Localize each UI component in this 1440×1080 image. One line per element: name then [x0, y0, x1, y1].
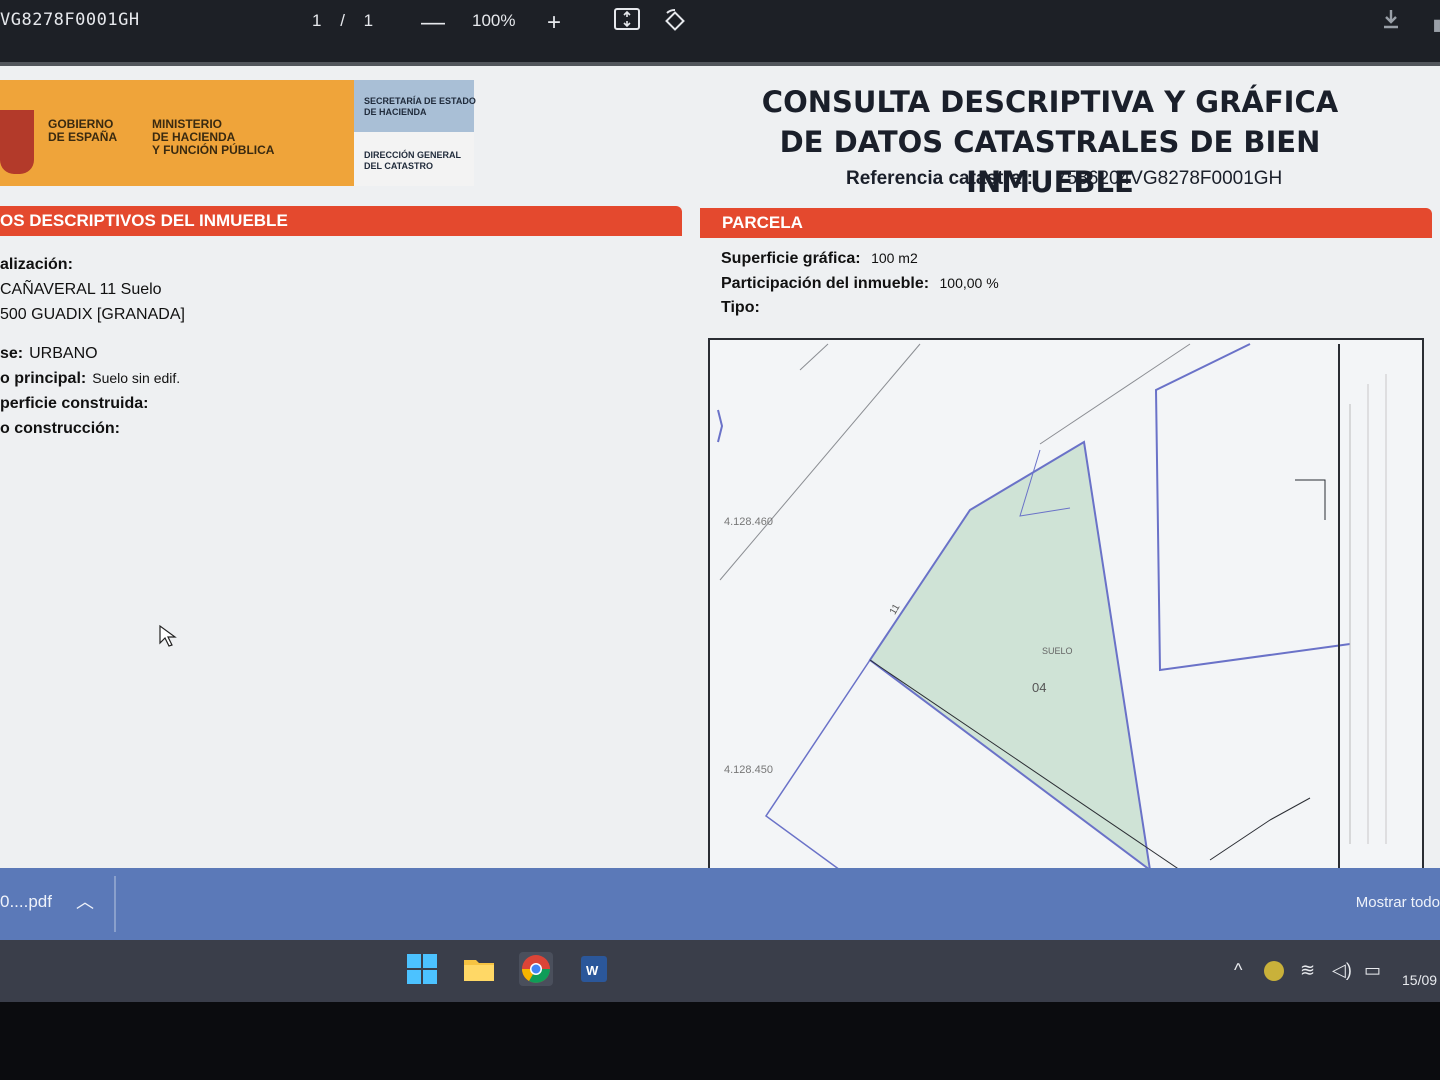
taskbar: W ^ ≋ ◁) ▭ 15/09 [0, 940, 1440, 1002]
parcela-section-title: PARCELA [722, 213, 803, 232]
tipo-label: Tipo: [721, 299, 760, 316]
direccion-label: DIRECCIÓN GENERAL DEL CATASTRO [364, 150, 462, 171]
file-explorer-button[interactable] [462, 952, 496, 986]
page-separator: / [340, 11, 345, 30]
gov-logo-block: GOBIERNO DE ESPAÑA MINISTERIO DE HACIEND… [0, 80, 354, 186]
folder-icon [464, 960, 494, 981]
taskbar-date[interactable]: 15/09 [1402, 972, 1437, 988]
north-arrow-icon [717, 409, 724, 443]
street-line [719, 343, 921, 581]
svg-text:W: W [586, 963, 599, 978]
start-button[interactable] [405, 952, 439, 986]
street-line [799, 343, 829, 371]
coat-of-arms-icon [0, 110, 34, 174]
title-line-1: CONSULTA DESCRIPTIVA Y GRÁFICA [761, 85, 1339, 119]
boundary-mark [1295, 479, 1326, 520]
secretaria-block: SECRETARÍA DE ESTADO DE HACIENDA [354, 80, 476, 132]
mouse-cursor-icon [159, 624, 177, 647]
zoom-out-button[interactable]: — [416, 8, 450, 38]
superficie-grafica-label: Superficie gráfica: [721, 250, 861, 267]
rotate-icon [665, 9, 685, 31]
participacion-value: 100,00 % [939, 275, 999, 291]
zoom-level[interactable]: 100% [472, 11, 515, 31]
parcel-map-drawing [717, 343, 1351, 868]
download-file-name[interactable]: 0....pdf [0, 892, 52, 912]
page-current[interactable]: 1 [312, 11, 321, 30]
neighbor-parcel-line [764, 659, 871, 868]
show-all-downloads-link[interactable]: Mostrar todo [1356, 894, 1440, 911]
legend-marks [1321, 358, 1387, 844]
uso-label: o principal: [0, 370, 87, 387]
downloads-bar: 0....pdf ︿ Mostrar todo [0, 868, 1440, 940]
chevron-up-tray-icon[interactable]: ^ [1234, 960, 1242, 981]
descriptive-section-title: OS DESCRIPTIVOS DEL INMUEBLE [0, 211, 288, 230]
page-indicator: 1 / 1 [312, 11, 387, 31]
descriptive-data: alización: CAÑAVERAL 11 Suelo 500 GUADIX… [0, 252, 185, 441]
pdf-page: GOBIERNO DE ESPAÑA MINISTERIO DE HACIEND… [0, 66, 1440, 868]
clase-value: URBANO [29, 345, 98, 362]
wifi-icon[interactable]: ≋ [1300, 960, 1315, 981]
coord-bottom: 4.128.450 [724, 764, 773, 776]
print-icon: ▮ [1432, 17, 1440, 34]
screen-bezel [0, 1002, 1440, 1080]
street-line [1039, 343, 1191, 445]
superficie-construida-label: perficie construida: [0, 395, 149, 412]
document-title: VG8278F0001GH [0, 10, 140, 30]
word-icon: W [581, 956, 607, 982]
chevron-up-icon: ︿ [76, 892, 94, 912]
download-button[interactable] [1374, 8, 1408, 38]
superficie-grafica-value: 100 m2 [871, 250, 918, 266]
uso-value: Suelo sin edif. [92, 370, 181, 386]
fit-page-icon [614, 8, 640, 30]
parcela-section-header: PARCELA [700, 208, 1432, 238]
participacion-label: Participación del inmueble: [721, 275, 930, 292]
localizacion-label: alización: [0, 256, 73, 273]
map-legend [1321, 344, 1406, 868]
parcela-data: Superficie gráfica: 100 m2 Participación… [721, 246, 999, 320]
ref-label: Referencia catastral: [846, 168, 1033, 189]
coord-top: 4.128.460 [724, 516, 773, 528]
battery-icon[interactable]: ▭ [1364, 960, 1381, 981]
download-icon [1384, 10, 1398, 29]
ministry-label: MINISTERIO DE HACIENDA Y FUNCIÓN PÚBLICA [152, 117, 275, 157]
download-options-button[interactable]: ︿ [76, 888, 94, 914]
chrome-button[interactable] [519, 952, 553, 986]
print-button[interactable]: ▮ [1420, 8, 1440, 38]
anio-construccion-label: o construcción: [0, 420, 121, 437]
secretaria-label: SECRETARÍA DE ESTADO DE HACIENDA [364, 96, 476, 117]
rotate-button[interactable] [658, 8, 692, 38]
page-total: 1 [363, 11, 374, 30]
cadastral-reference: Referencia catastral: 7586204VG8278F0001… [846, 168, 1282, 190]
zoom-in-button[interactable]: + [537, 8, 571, 38]
title-line-2: DE DATOS CATASTRALES DE BIEN INMUEBLE [779, 125, 1321, 199]
windows-icon [407, 954, 437, 984]
address-line-2: 500 GUADIX [GRANADA] [0, 306, 185, 323]
pdf-toolbar: VG8278F0001GH 1 / 1 — 100% + ▮ [0, 0, 1440, 62]
parcel-map[interactable]: 4.128.460 4.128.450 SUELO 04 03 11 [708, 338, 1424, 868]
plus-icon: + [546, 9, 561, 36]
boundary-mark [1209, 797, 1311, 861]
descriptive-section-header: OS DESCRIPTIVOS DEL INMUEBLE [0, 206, 682, 236]
document-viewport[interactable]: GOBIERNO DE ESPAÑA MINISTERIO DE HACIEND… [0, 62, 1440, 868]
ref-value: 7586204VG8278F0001GH [1056, 168, 1283, 189]
chrome-icon [522, 955, 550, 983]
address-line-1: CAÑAVERAL 11 Suelo [0, 281, 162, 298]
parcel-polygon [868, 440, 1151, 868]
clase-label: se: [0, 345, 24, 362]
suelo-label: SUELO [1042, 646, 1073, 656]
adjacent-parcel [1154, 343, 1351, 672]
volume-icon[interactable]: ◁) [1332, 960, 1352, 981]
fit-page-button[interactable] [610, 8, 644, 38]
word-button[interactable]: W [577, 952, 611, 986]
app-tray-icon[interactable] [1264, 961, 1284, 981]
minus-icon: — [421, 9, 445, 36]
parcel-id-label: 04 [1032, 680, 1047, 695]
downloads-divider [114, 876, 116, 932]
direccion-block: DIRECCIÓN GENERAL DEL CATASTRO [354, 132, 474, 186]
gov-label: GOBIERNO DE ESPAÑA [48, 117, 118, 144]
